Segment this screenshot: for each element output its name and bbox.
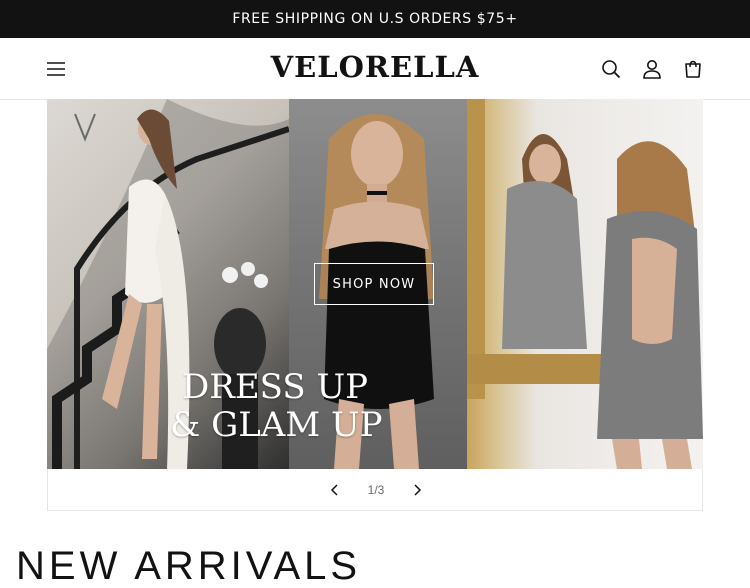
previous-slide-button[interactable] [321, 469, 349, 511]
cart-icon[interactable] [677, 53, 709, 85]
account-icon[interactable] [636, 53, 668, 85]
announcement-text: FREE SHIPPING ON U.S ORDERS $75+ [232, 11, 518, 27]
section-title-new-arrivals: NEW ARRIVALS [16, 544, 362, 588]
hero-heading: DRESS UP & GLAM UP [170, 367, 383, 445]
hero-heading-line1: DRESS UP [182, 367, 369, 407]
site-header: VELORELLA [0, 38, 750, 100]
chevron-right-icon [414, 484, 422, 496]
slider-controls: 1/3 [47, 469, 703, 511]
slide-counter: 1/3 [367, 483, 385, 497]
hero-image-sequin-dress [467, 99, 703, 469]
announcement-bar: FREE SHIPPING ON U.S ORDERS $75+ [0, 0, 750, 38]
next-slide-button[interactable] [403, 469, 431, 511]
chevron-left-icon [330, 484, 338, 496]
search-icon[interactable] [595, 53, 627, 85]
shop-now-button[interactable]: SHOP NOW [314, 263, 434, 305]
hero-heading-line2: & GLAM UP [170, 405, 383, 445]
